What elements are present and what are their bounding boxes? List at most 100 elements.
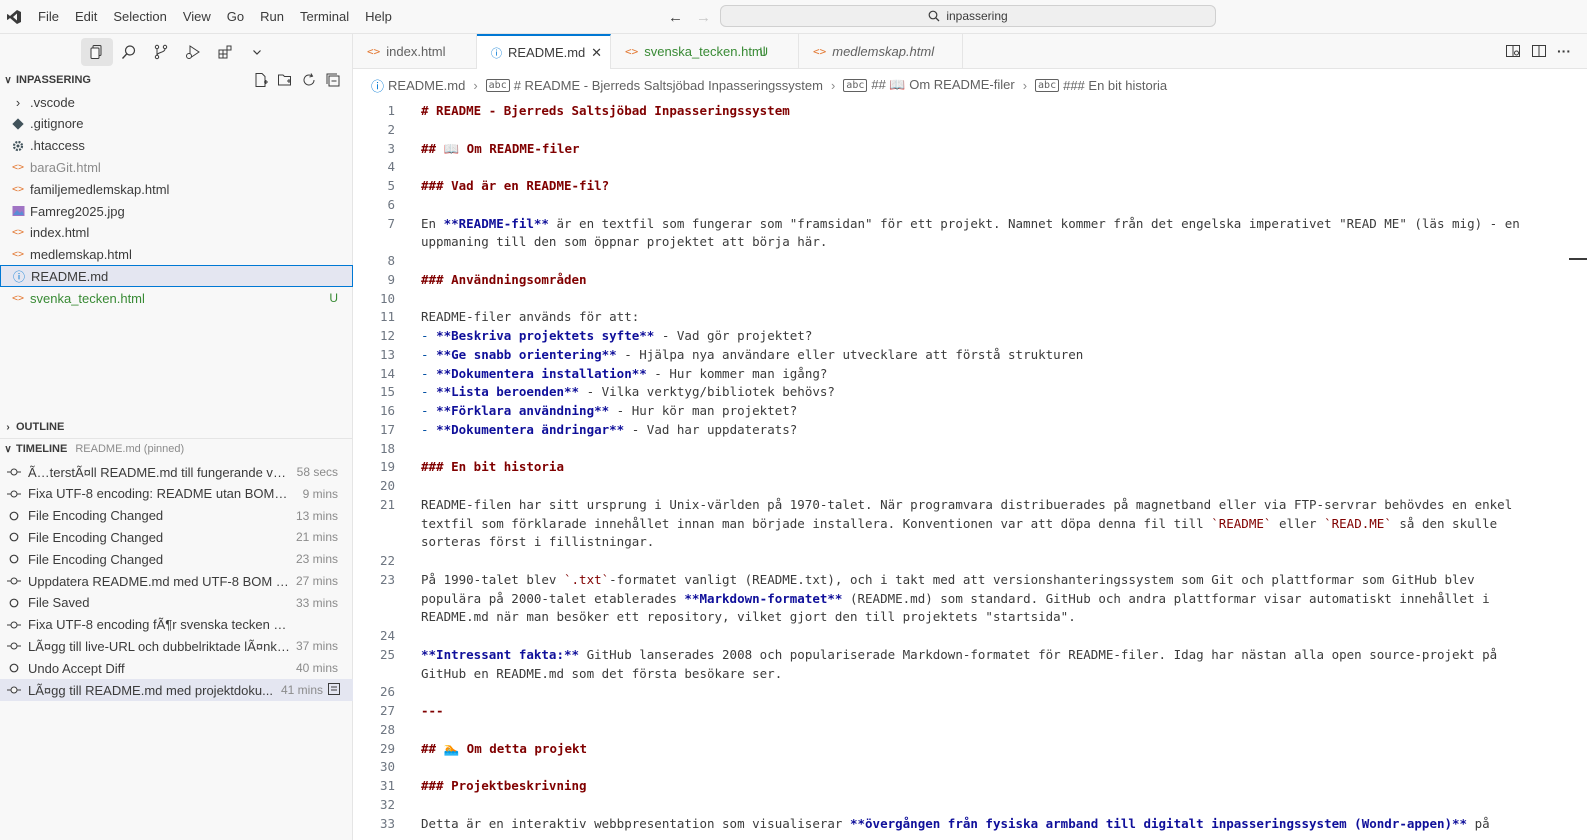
timeline-title: TIMELINE — [16, 443, 68, 455]
outline-header[interactable]: › OUTLINE — [0, 416, 353, 438]
commit-icon — [6, 620, 22, 630]
line-number: 13 — [379, 346, 395, 362]
chevron-right-icon: › — [15, 94, 21, 110]
timeline-item[interactable]: File Saved 33 mins — [0, 592, 353, 614]
timeline-item[interactable]: File Encoding Changed 23 mins — [0, 548, 353, 570]
code-editor[interactable]: 1 # README - Bjerreds Saltsjöbad Inpasser… — [353, 101, 1587, 840]
menu-run[interactable]: Run — [252, 0, 292, 34]
menu-help[interactable]: Help — [357, 0, 400, 34]
code-line: ## 📖 Om README-filer — [421, 140, 580, 156]
timeline-time: 21 mins — [295, 530, 338, 545]
line-number: 23 — [379, 571, 395, 587]
file-name: svenka_tecken.html — [30, 290, 145, 306]
timeline-item[interactable]: File Encoding Changed 13 mins — [0, 505, 353, 527]
commit-icon — [6, 685, 22, 695]
menu-go[interactable]: Go — [219, 0, 252, 34]
more-actions-icon[interactable]: ··· — [1557, 43, 1571, 59]
circle-icon — [6, 532, 22, 542]
timeline-time: 33 mins — [295, 595, 338, 610]
tab-medlemskap-html[interactable]: <> medlemskap.html — [799, 34, 963, 69]
timeline-item[interactable]: Fixa UTF-8 encoding: README utan BOM + .… — [0, 483, 353, 505]
file-name: .vscode — [30, 94, 75, 110]
file-item[interactable]: <> baraGit.html — [0, 156, 353, 178]
file-name: baraGit.html — [30, 159, 101, 175]
menu-view[interactable]: View — [175, 0, 219, 34]
menu-file[interactable]: File — [30, 0, 67, 34]
menu-selection[interactable]: Selection — [105, 0, 174, 34]
timeline-time: 9 mins — [302, 486, 338, 501]
close-icon[interactable]: ✕ — [591, 45, 602, 61]
chevron-right-icon: › — [1022, 77, 1028, 93]
timeline-item[interactable]: Uppdatera README.md med UTF-8 BOM en... 2… — [0, 570, 353, 592]
explorer-icon[interactable] — [80, 38, 113, 66]
title-bar: File Edit Selection View Go Run Terminal Help ←… — [0, 0, 1587, 34]
back-arrow-icon[interactable]: ← — [668, 9, 683, 26]
timeline-header[interactable]: ∨ TIMELINE README.md (pinned) — [0, 438, 353, 460]
circle-icon — [6, 554, 22, 564]
timeline-label: Ã…terstÃ¤ll README.md till fungerande ve… — [28, 464, 290, 480]
collapse-all-icon[interactable] — [325, 72, 341, 88]
file-item[interactable]: <> index.html — [0, 222, 353, 244]
timeline-label: File Encoding Changed — [28, 529, 164, 545]
html-icon: <> — [11, 292, 25, 304]
tab-svenska-tecken-html[interactable]: <> svenska_tecken.html U — [611, 34, 799, 69]
file-item[interactable]: › .vscode — [0, 91, 353, 113]
menu-edit[interactable]: Edit — [67, 0, 105, 34]
breadcrumb-h3[interactable]: ### En bit historia — [1063, 78, 1167, 93]
file-name: README.md — [31, 268, 109, 284]
breadcrumb-file[interactable]: README.md — [388, 78, 465, 93]
timeline-item[interactable]: Ã…terstÃ¤ll README.md till fungerande ve… — [0, 461, 353, 483]
split-editor-icon[interactable] — [1531, 43, 1547, 59]
tab-readme-md[interactable]: ⓘ README.md ✕ — [477, 34, 611, 69]
gear-icon — [10, 140, 26, 152]
circle-icon — [6, 663, 22, 673]
refresh-icon[interactable] — [301, 72, 317, 88]
line-number: 14 — [379, 365, 395, 381]
line-number: 27 — [379, 703, 395, 718]
file-name: medlemskap.html — [30, 247, 132, 263]
open-preview-icon[interactable] — [1505, 43, 1521, 59]
file-item[interactable]: <> familjemedlemskap.html — [0, 178, 353, 200]
menu-bar: File Edit Selection View Go Run Terminal Help — [30, 0, 400, 34]
new-file-icon[interactable] — [253, 72, 269, 88]
search-icon[interactable] — [113, 38, 145, 66]
line-number: 29 — [379, 740, 395, 756]
timeline-item[interactable]: LÃ¤gg till README.md med projektdoku... 4… — [0, 679, 353, 701]
line-number: 16 — [379, 403, 395, 418]
explorer-header[interactable]: ∨ INPASSERING — [0, 69, 353, 91]
timeline-item[interactable]: Fixa UTF-8 encoding fÃ¶r svenska tecken … — [0, 614, 353, 636]
timeline-item[interactable]: LÃ¤gg till live-URL och dubbelriktade lÃ… — [0, 635, 353, 657]
html-icon: <> — [11, 227, 25, 239]
file-name: Famreg2025.jpg — [30, 203, 125, 219]
scroll-indicator — [1569, 258, 1587, 260]
file-item[interactable]: ⓘ README.md — [0, 265, 353, 288]
vscode-logo-icon[interactable] — [6, 9, 22, 25]
breadcrumb-h2[interactable]: ## 📖 Om README-filer — [871, 77, 1014, 93]
tab-index-html[interactable]: <> index.html — [353, 34, 477, 69]
file-item[interactable]: Famreg2025.jpg — [0, 200, 353, 222]
html-icon: <> — [11, 249, 25, 261]
timeline-time: 23 mins — [295, 552, 338, 567]
timeline-item[interactable]: File Encoding Changed 21 mins — [0, 526, 353, 548]
command-center-search[interactable]: inpassering — [720, 5, 1216, 27]
code-line: - **Beskriva projektets syfte** - Vad gö… — [421, 328, 813, 343]
source-control-icon[interactable] — [145, 38, 177, 66]
extensions-icon[interactable] — [209, 38, 241, 66]
activity-bar — [0, 34, 353, 70]
timeline-item[interactable]: Undo Accept Diff 40 mins — [0, 657, 353, 679]
file-item[interactable]: .htaccess — [0, 135, 353, 157]
timeline-subtitle: README.md (pinned) — [75, 443, 185, 455]
file-item[interactable]: .gitignore — [0, 113, 353, 135]
run-debug-icon[interactable] — [177, 38, 209, 66]
file-item[interactable]: <> medlemskap.html — [0, 244, 353, 266]
menu-terminal[interactable]: Terminal — [292, 0, 357, 34]
breadcrumb-h1[interactable]: # README - Bjerreds Saltsjöbad Inpasseri… — [514, 78, 823, 93]
chevron-down-icon[interactable] — [241, 38, 273, 66]
code-line: ### Användningsområden — [421, 271, 587, 287]
compare-icon[interactable] — [327, 682, 341, 699]
new-folder-icon[interactable] — [277, 72, 293, 88]
code-line: README-filen har sitt ursprung i Unix-vä… — [421, 496, 1513, 512]
file-item[interactable]: <> svenka_tecken.html U — [0, 287, 353, 309]
line-number: 12 — [379, 328, 395, 343]
forward-arrow-icon[interactable]: → — [696, 9, 711, 26]
